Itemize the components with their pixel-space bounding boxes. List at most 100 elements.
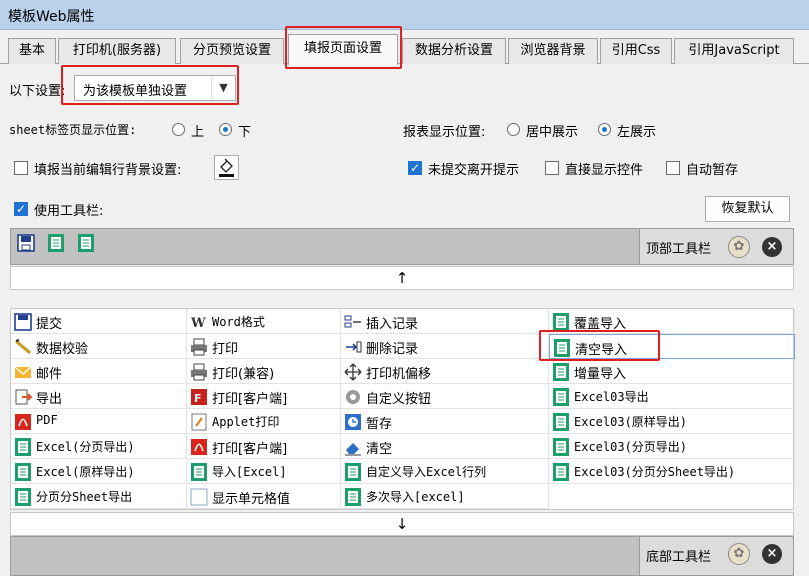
autosave-checkbox[interactable] bbox=[666, 161, 680, 175]
toolbar-item-label: 删除记录 bbox=[366, 342, 419, 357]
toolbar-item-label: Excel(原样导出) bbox=[36, 465, 135, 479]
validate-icon bbox=[15, 339, 31, 355]
scope-select[interactable]: 为该模板单独设置 ▼ bbox=[74, 75, 236, 101]
bottom-toolbar-label: 底部工具栏 bbox=[646, 550, 712, 565]
toolbar-item[interactable]: 提交 bbox=[11, 309, 187, 334]
toolbar-item-label: 自定义导入Excel行列 bbox=[366, 465, 487, 479]
toolbar-item-label: PDF bbox=[36, 413, 58, 427]
report-pos-center-radio[interactable] bbox=[507, 123, 520, 136]
tab-data-analysis[interactable]: 数据分析设置 bbox=[402, 38, 506, 64]
sheet-pos-bottom-radio[interactable] bbox=[219, 123, 232, 136]
chevron-down-icon[interactable]: ▼ bbox=[211, 76, 235, 100]
toolbar-item[interactable]: 删除记录 bbox=[341, 334, 549, 359]
sheet-pos-top-radio[interactable] bbox=[172, 123, 185, 136]
title-bar: 模板Web属性 bbox=[0, 0, 809, 30]
toolbar-item-label: 插入记录 bbox=[366, 317, 419, 332]
tab-browser-background[interactable]: 浏览器背景 bbox=[508, 38, 598, 64]
excel-icon bbox=[553, 463, 569, 481]
toolbar-item-label: Excel03(分页导出) bbox=[574, 440, 688, 454]
use-toolbar-checkbox[interactable]: ✓ bbox=[14, 202, 28, 216]
toolbar-item[interactable]: Applet打印 bbox=[187, 409, 341, 434]
toolbar-item[interactable]: 清空 bbox=[341, 434, 549, 459]
direct-show-checkbox[interactable] bbox=[545, 161, 559, 175]
toolbar-item-label: 邮件 bbox=[36, 367, 63, 382]
toolbar-item-label: 清空 bbox=[366, 442, 393, 457]
tab-page-preview[interactable]: 分页预览设置 bbox=[180, 38, 284, 64]
toolbar-item-label: 提交 bbox=[36, 317, 63, 332]
toolbar-item[interactable]: 导出 bbox=[11, 384, 187, 409]
toolbar-item-label: Word格式 bbox=[212, 315, 265, 329]
toolbar-item[interactable]: 邮件 bbox=[11, 359, 187, 384]
toolbar-item[interactable]: 数据校验 bbox=[11, 334, 187, 359]
unsubmit-checkbox[interactable]: ✓ bbox=[408, 161, 422, 175]
toolbar-item[interactable]: 插入记录 bbox=[341, 309, 549, 334]
unsubmit-label: 未提交离开提示 bbox=[428, 163, 520, 178]
excel-icon bbox=[553, 388, 569, 406]
excel-icon bbox=[15, 463, 31, 481]
toolbar-item[interactable]: Excel(原样导出) bbox=[11, 459, 187, 484]
toolbar-item[interactable]: 增量导入 bbox=[549, 359, 795, 384]
excel-icon bbox=[553, 313, 569, 331]
toolbar-item[interactable]: 多次导入[excel] bbox=[341, 484, 549, 509]
move-up-row[interactable]: ↑ bbox=[10, 266, 794, 290]
save-icon[interactable] bbox=[17, 233, 35, 253]
close-icon[interactable]: × bbox=[762, 237, 782, 257]
gear-icon[interactable]: ✿ bbox=[728, 543, 750, 565]
toolbar-item-label: 打印机偏移 bbox=[366, 367, 432, 382]
gear-icon[interactable]: ✿ bbox=[728, 236, 750, 258]
export-icon bbox=[15, 389, 32, 405]
toolbar-item[interactable]: 暂存 bbox=[341, 409, 549, 434]
arrow-down-icon[interactable]: ↓ bbox=[396, 515, 409, 533]
toolbar-item[interactable]: 打印[客户端] bbox=[187, 434, 341, 459]
toolbar-item-label: 导入[Excel] bbox=[212, 465, 287, 479]
close-icon[interactable]: × bbox=[762, 544, 782, 564]
tab-fill-page-settings[interactable]: 填报页面设置 bbox=[288, 34, 398, 65]
report-pos-center-label: 居中展示 bbox=[526, 125, 579, 140]
toolbar-item[interactable]: 打印 bbox=[187, 334, 341, 359]
restore-default-button[interactable]: 恢复默认 bbox=[705, 196, 790, 222]
applet-icon bbox=[191, 413, 207, 431]
tab-basic[interactable]: 基本 bbox=[8, 38, 56, 64]
toolbar-item[interactable]: Excel03(分页导出) bbox=[549, 434, 795, 459]
toolbar-item-label: Applet打印 bbox=[212, 415, 280, 429]
move-down-row[interactable]: ↓ bbox=[10, 512, 794, 536]
toolbar-item[interactable]: W Word格式 bbox=[187, 309, 341, 334]
tab-ref-css[interactable]: 引用Css bbox=[600, 38, 672, 64]
gear-icon bbox=[346, 390, 360, 404]
toolbar-item[interactable]: 打印机偏移 bbox=[341, 359, 549, 384]
sheet-pos-top-label: 上 bbox=[191, 125, 205, 140]
tab-printer-server[interactable]: 打印机(服务器) bbox=[58, 38, 176, 64]
row-bg-checkbox[interactable] bbox=[14, 161, 28, 175]
toolbar-item[interactable]: 分页分Sheet导出 bbox=[11, 484, 187, 509]
toolbar-item[interactable]: Excel03导出 bbox=[549, 384, 795, 409]
toolbar-item[interactable]: 导入[Excel] bbox=[187, 459, 341, 484]
toolbar-item[interactable]: 自定义按钮 bbox=[341, 384, 549, 409]
toolbar-item[interactable]: Excel03(分页分Sheet导出) bbox=[549, 459, 795, 484]
toolbar-item[interactable]: 打印(兼容) bbox=[187, 359, 341, 384]
toolbar-item[interactable]: F 打印[客户端] bbox=[187, 384, 341, 409]
toolbar-item[interactable]: Excel03(原样导出) bbox=[549, 409, 795, 434]
toolbar-item[interactable]: PDF bbox=[11, 409, 187, 434]
excel-icon[interactable] bbox=[47, 233, 65, 253]
excel-icon bbox=[553, 363, 569, 381]
arrow-up-icon[interactable]: ↑ bbox=[396, 269, 409, 287]
toolbar-item[interactable]: 清空导入 bbox=[549, 334, 795, 359]
paint-bucket-button[interactable] bbox=[214, 155, 239, 180]
toolbar-item[interactable]: Excel(分页导出) bbox=[11, 434, 187, 459]
toolbar-item[interactable]: 覆盖导入 bbox=[549, 309, 795, 334]
scope-select-value: 为该模板单独设置 bbox=[83, 84, 188, 99]
excel-icon[interactable] bbox=[77, 233, 95, 253]
excel-icon bbox=[553, 413, 569, 431]
bottom-toolbar: 底部工具栏 ✿ × bbox=[10, 536, 794, 576]
top-toolbar: 顶部工具栏 ✿ × bbox=[10, 228, 794, 265]
report-pos-label: 报表显示位置: bbox=[403, 125, 486, 140]
toolbar-item[interactable]: 自定义导入Excel行列 bbox=[341, 459, 549, 484]
excel-icon bbox=[191, 463, 207, 481]
report-pos-left-radio[interactable] bbox=[598, 123, 611, 136]
toolbar-item[interactable]: 显示单元格值 bbox=[187, 484, 341, 509]
report-pos-left-label: 左展示 bbox=[617, 125, 657, 140]
tab-ref-javascript[interactable]: 引用JavaScript bbox=[674, 38, 794, 64]
toolbar-item-label: 清空导入 bbox=[575, 343, 628, 358]
toolbar-item-label: 增量导入 bbox=[574, 367, 627, 382]
toolbar-item-label: 打印[客户端] bbox=[212, 392, 288, 407]
